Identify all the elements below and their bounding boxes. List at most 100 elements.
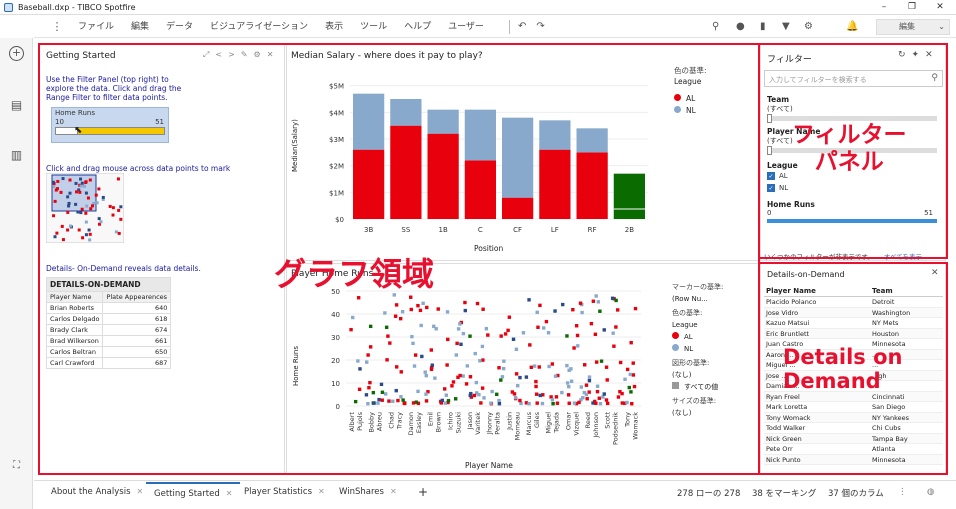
scatter-point[interactable] [474,380,479,385]
scatter-point[interactable] [412,364,417,368]
scatter-point[interactable] [551,401,555,406]
scatter-point[interactable] [521,331,526,335]
more-icon[interactable]: ⋮ [50,20,64,33]
scatter-point[interactable] [577,400,581,405]
scatter-point[interactable] [631,361,635,365]
dod-row[interactable]: Jose ... ...gh [764,370,943,381]
scatter-point[interactable] [451,380,456,384]
scatter-point[interactable] [576,344,580,348]
scatter-point[interactable] [605,378,609,382]
scatter-point[interactable] [616,308,620,312]
scatter-point[interactable] [544,319,549,324]
scatter-point[interactable] [356,296,361,300]
legend-item-nl[interactable]: NL [672,343,756,355]
slider-handle[interactable] [767,146,772,155]
scatter-point[interactable] [420,354,424,359]
scatter-point[interactable] [416,303,420,308]
scatter-point[interactable] [605,401,610,406]
search-icon[interactable]: ⚲ [931,73,938,83]
scatter-point[interactable] [463,308,468,313]
scatter-point[interactable] [587,375,592,379]
scatter-point[interactable] [518,398,522,403]
scatter-point[interactable] [575,333,580,338]
scatter-point[interactable] [480,386,485,390]
globe-icon[interactable]: ◍ [927,487,934,497]
scatter-point[interactable] [595,389,600,394]
bookmark-icon[interactable]: ▮ [760,21,766,32]
scatter-point[interactable] [472,393,477,398]
scatter-point[interactable] [627,385,631,390]
scatter-point[interactable] [553,309,557,313]
dod-row[interactable]: Miguel ...... [764,360,943,371]
scatter-point[interactable] [614,298,618,303]
slider-handle[interactable] [767,114,772,123]
scatter-point[interactable] [513,395,518,400]
scatter-point[interactable] [394,303,399,307]
show-all-link[interactable]: すべてを表示 [884,253,922,261]
tab-winshares[interactable]: WinShares ✕ [331,482,405,502]
scatter-point[interactable] [618,360,623,365]
scatter-point[interactable] [560,390,564,395]
pin-icon[interactable]: ✦ [912,50,926,60]
menu-view[interactable]: 表示 [325,16,343,38]
scatter-point[interactable] [411,341,415,346]
bar-nl[interactable] [390,99,422,126]
reset-icon[interactable]: ↻ [898,50,912,60]
scatter-point[interactable] [473,351,477,356]
filter-search-input[interactable]: 入力してフィルターを検索する ⚲ [764,70,943,87]
scatter-point[interactable] [380,390,385,394]
scatter-point[interactable] [497,366,501,370]
scatter-point[interactable] [429,348,433,352]
settings-icon[interactable]: ⚙ [804,21,813,32]
scatter-point[interactable] [623,377,627,381]
scatter-point[interactable] [464,382,469,386]
close-icon[interactable]: ✕ [390,487,397,496]
collaboration-icon[interactable]: ● [736,21,745,32]
notification-icon[interactable]: 🔔 [846,21,858,32]
scatter-point[interactable] [542,326,546,330]
scatter-point[interactable] [366,401,370,406]
scatter-point[interactable] [553,374,558,378]
scatter-point[interactable] [565,334,569,338]
dod-row[interactable]: Placido Polanco Detroit [764,297,943,308]
scatter-point[interactable] [628,372,633,377]
scatter-point[interactable] [424,392,428,396]
scatter-point[interactable] [514,347,519,351]
scatter-point[interactable] [409,307,413,312]
close-icon[interactable]: ✕ [931,268,939,278]
scatter-point[interactable] [478,359,482,363]
scatter-point[interactable] [419,323,423,328]
scatter-point[interactable] [514,372,519,376]
scatter-point[interactable] [598,401,603,406]
scatter-point[interactable] [429,367,434,371]
add-icon[interactable]: + [9,46,24,61]
bar-al[interactable] [613,173,645,219]
scatter-point[interactable] [365,360,369,364]
scatter-point[interactable] [567,368,571,372]
scatter-point[interactable] [591,299,596,303]
scatter-point[interactable] [461,331,466,336]
scatter-point[interactable] [536,325,540,329]
scatter-point[interactable] [512,392,517,396]
scatter-point[interactable] [463,300,467,305]
bar-al[interactable] [539,149,571,219]
scatter-point[interactable] [632,384,637,389]
bar-al[interactable] [390,125,422,219]
menu-user[interactable]: ユーザー [448,16,484,38]
scatter-point[interactable] [516,384,520,388]
scatter-point[interactable] [384,325,389,329]
maximize-icon[interactable]: ⤢ [203,50,215,59]
scatter-point[interactable] [537,365,541,369]
close-icon[interactable]: ✕ [137,487,144,496]
scatter-point[interactable] [358,367,362,371]
dod-row[interactable]: Pete Orr Atlanta [764,444,943,455]
scatter-point[interactable] [398,316,403,321]
scatter-point[interactable] [401,398,405,402]
scatter-point[interactable] [497,401,502,406]
gear-icon[interactable]: ⚙ [254,50,267,59]
scatter-point[interactable] [534,392,539,396]
close-icon[interactable]: ✕ [267,50,280,59]
scatter-point[interactable] [394,388,398,393]
bar-nl[interactable] [464,109,496,161]
menu-visualization[interactable]: ビジュアライゼーション [210,16,308,38]
